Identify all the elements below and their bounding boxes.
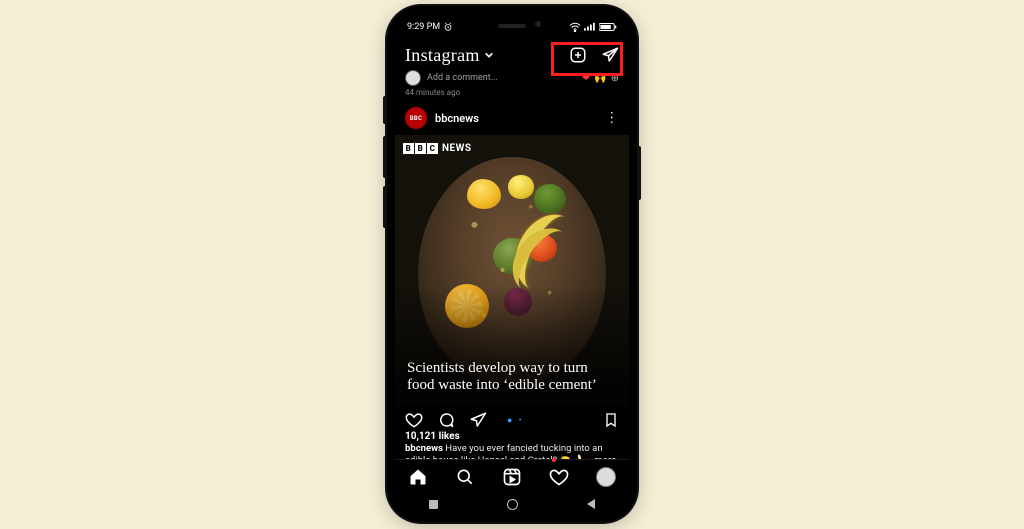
phone-frame: 9:29 PM <box>387 6 637 522</box>
notch <box>469 14 555 34</box>
share-icon[interactable] <box>469 411 487 429</box>
heart-icon: ❤ <box>582 73 590 84</box>
chevron-down-icon <box>484 50 494 60</box>
post-username[interactable]: bbcnews <box>435 112 479 125</box>
likes-count[interactable]: 10,121 likes <box>395 431 629 442</box>
signal-icon <box>584 22 596 32</box>
save-icon[interactable] <box>603 411 619 429</box>
side-button <box>383 96 387 124</box>
screen: 9:29 PM <box>395 14 629 514</box>
messenger-icon[interactable] <box>601 46 619 64</box>
post-more-icon[interactable]: ⋯ <box>609 111 615 126</box>
caption-username: bbcnews <box>405 443 443 454</box>
hands-icon: 🙌 <box>594 73 606 84</box>
comment-icon[interactable] <box>437 411 455 429</box>
bbc-news-label: NEWS <box>442 143 472 154</box>
nav-reels[interactable] <box>501 466 523 488</box>
avatar-text: BBC <box>410 115 422 122</box>
wifi-icon <box>569 22 581 32</box>
add-comment-placeholder[interactable]: Add a comment... <box>427 73 498 83</box>
like-icon[interactable] <box>405 411 423 429</box>
post-image[interactable]: BBC NEWS Scientists develop way to turn … <box>395 135 629 405</box>
post-headline: Scientists develop way to turn food wast… <box>407 360 617 395</box>
battery-icon <box>599 22 617 32</box>
profile-avatar-icon <box>596 467 616 487</box>
android-back[interactable] <box>587 499 595 509</box>
post-time: 44 minutes ago <box>405 88 619 97</box>
new-post-icon[interactable] <box>569 46 587 64</box>
nav-activity[interactable] <box>548 466 570 488</box>
comment-avatar <box>405 70 421 86</box>
post-actions: ● • <box>395 405 629 431</box>
nav-profile[interactable] <box>595 466 617 488</box>
brand-label: Instagram <box>405 45 480 66</box>
volume-up-button <box>383 136 387 178</box>
post-header: BBC bbcnews ⋯ <box>395 101 629 135</box>
power-button <box>637 146 641 200</box>
bbc-watermark: BBC NEWS <box>403 143 472 154</box>
previous-post-snippet: Add a comment... ❤ 🙌 ⊕ 44 minutes ago <box>395 70 629 101</box>
quick-reactions[interactable]: ❤ 🙌 ⊕ <box>582 73 619 84</box>
stage: 9:29 PM <box>0 0 1024 529</box>
plus-circle-icon: ⊕ <box>611 73 619 84</box>
activity-badge <box>552 458 556 462</box>
carousel-dots: ● • <box>507 415 524 426</box>
post-avatar[interactable]: BBC <box>405 107 427 129</box>
nav-home[interactable] <box>407 466 429 488</box>
android-recents[interactable] <box>429 500 438 509</box>
app-header: Instagram <box>395 38 629 70</box>
alarm-icon <box>443 22 453 32</box>
bottom-nav <box>395 459 629 494</box>
android-home[interactable] <box>507 499 518 510</box>
status-time: 9:29 PM <box>407 22 440 32</box>
nav-search[interactable] <box>454 466 476 488</box>
brand-dropdown[interactable]: Instagram <box>405 45 494 66</box>
volume-down-button <box>383 186 387 228</box>
android-nav <box>395 494 629 514</box>
